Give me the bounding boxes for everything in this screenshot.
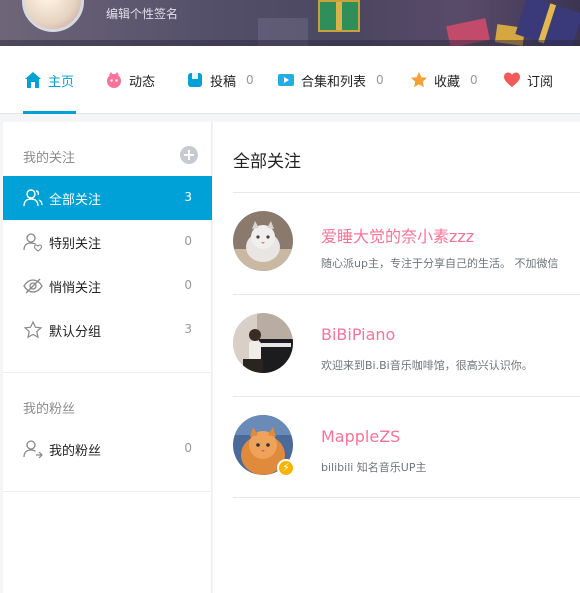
tab-label: 主页 [48, 74, 75, 90]
user-name-link[interactable]: 爱睡大觉的奈小素zzz [321, 223, 474, 247]
sidebar-divider [3, 372, 212, 373]
list-item: BiBiPiano 欢迎来到Bi.Bi音乐咖啡馆，很高兴认识你。 [233, 295, 580, 396]
follow-list-panel: 全部关注 爱睡大觉的奈小素zzz 随心派up主，专注于分享自己的生活。 不加微信 [213, 122, 580, 593]
sidebar-item-hidden-follow[interactable]: 悄悄关注 0 [3, 264, 212, 308]
user-name-link[interactable]: MappleZS [321, 427, 400, 446]
sidebar-item-count: 0 [184, 278, 192, 292]
sidebar-item-special-follow[interactable]: 特别关注 0 [3, 220, 212, 264]
tab-subscriptions[interactable]: 订阅 [503, 46, 553, 114]
tab-label: 投稿 [210, 74, 237, 90]
sidebar-item-default-group[interactable]: 默认分组 3 [3, 308, 212, 352]
all-follow-icon [23, 188, 43, 208]
sidebar-item-label: 默认分组 [49, 325, 102, 340]
fans-icon [23, 439, 43, 459]
nav-tabbar: 主页 动态 投稿 0 合集和列表 0 收藏 0 订阅 [0, 46, 580, 114]
sidebar-item-label: 我的粉丝 [49, 444, 102, 459]
sidebar-item-count: 0 [184, 234, 192, 248]
row-divider [233, 497, 580, 498]
cat-avatar[interactable] [233, 211, 293, 271]
default-group-icon [23, 320, 43, 340]
tab-label: 合集和列表 [301, 74, 367, 90]
hidden-follow-icon [23, 276, 43, 296]
gift-box-decoration [318, 0, 360, 32]
profile-avatar[interactable] [22, 0, 84, 32]
sidebar-item-all-follow[interactable]: 全部关注 3 [3, 176, 212, 220]
page-title: 全部关注 [233, 152, 301, 172]
follow-section-title: 我的关注 [23, 151, 76, 166]
tab-label: 收藏 [434, 74, 461, 90]
user-description: 随心派up主，专注于分享自己的生活。 不加微信 [321, 257, 559, 270]
list-item: ⚡ MappleZS bilibili 知名音乐UP主 [233, 397, 580, 498]
sidebar-item-fans[interactable]: 我的粉丝 0 [3, 427, 212, 471]
sidebar-item-label: 悄悄关注 [49, 281, 102, 296]
user-name-link[interactable]: BiBiPiano [321, 325, 395, 344]
user-description: bilibili 知名音乐UP主 [321, 461, 427, 474]
verified-badge-icon: ⚡ [277, 459, 295, 477]
sidebar-item-count: 3 [184, 190, 192, 204]
signature-edit[interactable]: 编辑个性签名 [106, 5, 178, 22]
tab-count: 0 [470, 73, 478, 87]
sidebar-item-count: 3 [184, 322, 192, 336]
favorite-icon [410, 71, 428, 89]
sidebar-item-count: 0 [184, 441, 192, 455]
fans-section-title: 我的粉丝 [23, 402, 76, 417]
sidebar-divider [3, 491, 212, 492]
tab-label: 动态 [129, 74, 156, 90]
list-item: 爱睡大觉的奈小素zzz 随心派up主，专注于分享自己的生活。 不加微信 [233, 193, 580, 294]
dynamic-icon [105, 71, 123, 89]
heart-icon [503, 71, 521, 89]
add-group-button[interactable]: + [180, 146, 198, 164]
user-description: 欢迎来到Bi.Bi音乐咖啡馆，很高兴认识你。 [321, 359, 533, 372]
sidebar-item-label: 全部关注 [49, 193, 102, 208]
collection-icon [277, 71, 295, 89]
sidebar-item-label: 特别关注 [49, 237, 102, 252]
profile-banner: 编辑个性签名 [0, 0, 580, 46]
home-icon [24, 71, 42, 89]
special-follow-icon [23, 232, 43, 252]
tab-home[interactable]: 主页 [22, 46, 77, 114]
tab-uploads[interactable]: 投稿 0 [186, 46, 254, 114]
tab-label: 订阅 [527, 74, 554, 90]
follow-sidebar: 我的关注 + 全部关注 3 特别关注 0 悄悄关注 0 默认分组 3 我的粉丝 [3, 122, 212, 593]
tab-count: 0 [376, 73, 384, 87]
tab-count: 0 [246, 73, 254, 87]
tab-collections[interactable]: 合集和列表 0 [277, 46, 384, 114]
tab-dynamic[interactable]: 动态 [105, 46, 155, 114]
tab-favorites[interactable]: 收藏 0 [410, 46, 478, 114]
piano-avatar[interactable] [233, 313, 293, 373]
upload-icon [186, 71, 204, 89]
